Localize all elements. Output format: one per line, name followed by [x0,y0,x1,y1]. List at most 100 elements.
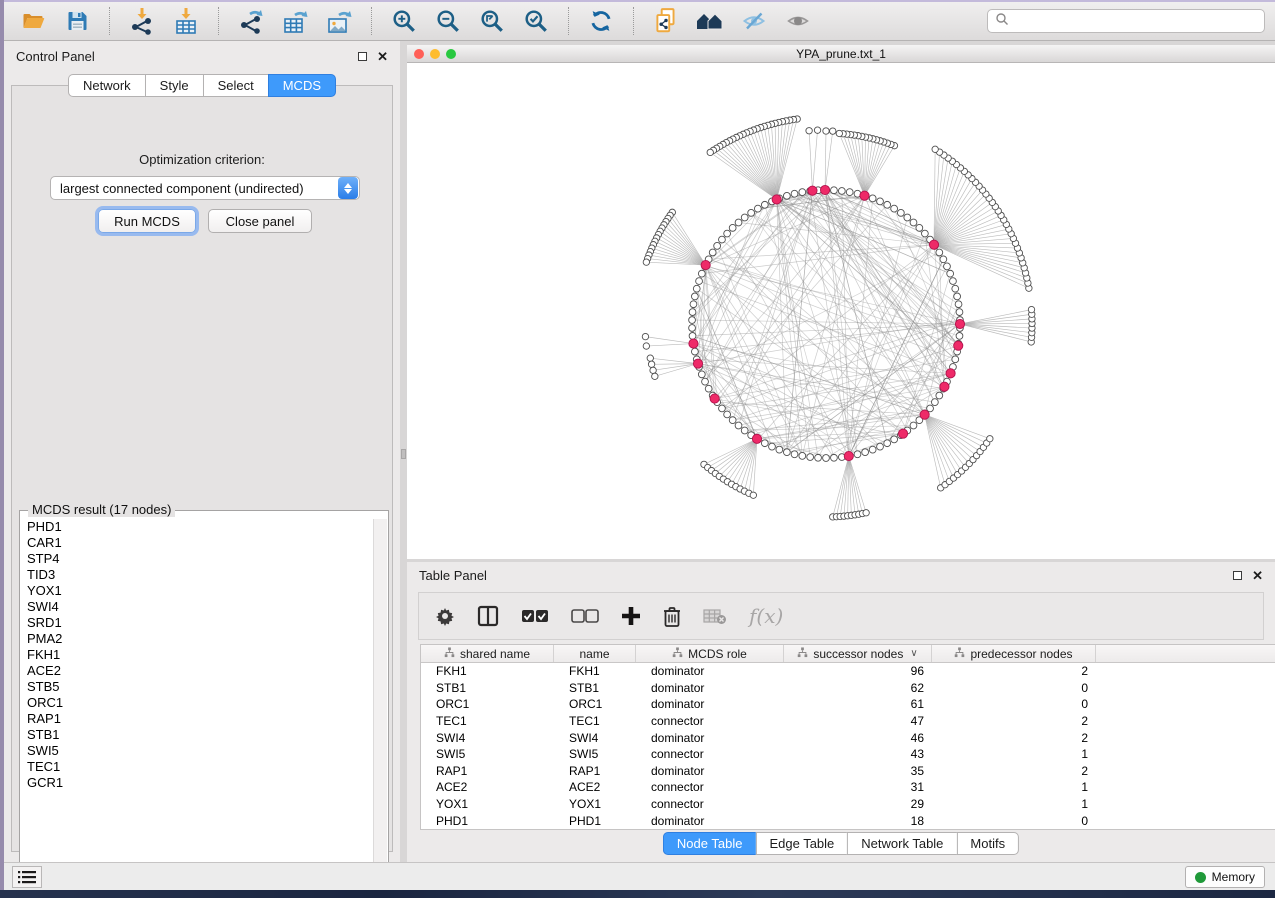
table-row[interactable]: YOX1YOX1connector291 [421,796,1275,813]
float-panel-icon[interactable] [358,52,367,61]
zoom-fit-button[interactable] [473,6,511,36]
column-header-MCDS-role[interactable]: MCDS role [636,645,784,662]
graph-node[interactable] [955,301,962,308]
graph-node[interactable] [696,278,703,285]
deselect-all-button[interactable] [571,609,599,623]
table-row[interactable]: PHD1PHD1dominator180 [421,812,1275,829]
mcds-result-item[interactable]: SRD1 [21,615,373,631]
graph-mcds-hub-node[interactable] [940,382,949,391]
graph-leaf-node[interactable] [836,130,842,136]
graph-node[interactable] [702,378,709,385]
zoom-in-button[interactable] [385,6,423,36]
graph-mcds-hub-node[interactable] [701,260,710,269]
graph-leaf-node[interactable] [932,146,938,152]
table-row[interactable]: STB1STB1dominator620 [421,680,1275,697]
graph-node[interactable] [769,443,776,450]
zoom-out-button[interactable] [429,6,467,36]
mcds-result-item[interactable]: SWI5 [21,743,373,759]
table-row[interactable]: SWI5SWI5connector431 [421,746,1275,763]
graph-node[interactable] [952,285,959,292]
mcds-result-item[interactable]: SWI4 [21,599,373,615]
graph-node[interactable] [698,371,705,378]
save-session-button[interactable] [58,6,96,36]
mcds-result-item[interactable]: CAR1 [21,535,373,551]
table-settings-button[interactable] [435,606,455,626]
graph-node[interactable] [897,209,904,216]
open-file-button[interactable] [14,6,52,36]
graph-node[interactable] [910,219,917,226]
graph-node[interactable] [783,449,790,456]
refresh-view-button[interactable] [582,6,620,36]
graph-mcds-hub-node[interactable] [955,319,964,328]
graph-node[interactable] [754,205,761,212]
first-neighbors-button[interactable] [691,6,729,36]
graph-leaf-node[interactable] [863,510,869,516]
select-all-button[interactable] [521,609,549,623]
mcds-result-item[interactable]: PMA2 [21,631,373,647]
run-mcds-button[interactable]: Run MCDS [98,209,196,233]
mcds-result-item[interactable]: TEC1 [21,759,373,775]
column-header-shared-name[interactable]: shared name [421,645,554,662]
graph-node[interactable] [689,332,696,339]
tab-select[interactable]: Select [203,74,268,97]
graph-leaf-node[interactable] [642,333,648,339]
graph-node[interactable] [791,451,798,458]
delete-rows-button[interactable] [663,606,681,627]
graph-node[interactable] [724,230,731,237]
panel-split-divider[interactable] [400,41,407,862]
table-row[interactable]: ORC1ORC1dominator610 [421,696,1275,713]
graph-node[interactable] [862,449,869,456]
graph-node[interactable] [936,249,943,256]
table-tab-node-table[interactable]: Node Table [663,832,756,855]
graph-leaf-node[interactable] [987,436,993,442]
graph-leaf-node[interactable] [750,492,756,498]
graph-mcds-hub-node[interactable] [693,359,702,368]
graph-node[interactable] [956,309,963,316]
graph-node[interactable] [729,417,736,424]
column-header-successor-nodes[interactable]: successor nodes∨ [784,645,932,662]
mcds-result-item[interactable]: GCR1 [21,775,373,791]
show-all-button[interactable] [779,6,817,36]
graph-node[interactable] [689,325,696,332]
import-network-button[interactable] [123,6,161,36]
graph-node[interactable] [891,436,898,443]
graph-node[interactable] [846,189,853,196]
graph-node[interactable] [815,454,822,461]
import-table-button[interactable] [167,6,205,36]
table-tab-motifs[interactable]: Motifs [956,832,1019,855]
graph-leaf-node[interactable] [647,355,653,361]
graph-node[interactable] [831,187,838,194]
tab-mcds[interactable]: MCDS [268,74,336,97]
mcds-result-list[interactable]: PHD1CAR1STP4TID3YOX1SWI4SRD1PMA2FKH1ACE2… [21,519,373,880]
graph-leaf-node[interactable] [1028,306,1034,312]
graph-node[interactable] [719,236,726,243]
mcds-result-item[interactable]: ORC1 [21,695,373,711]
graph-node[interactable] [761,440,768,447]
zoom-selected-button[interactable] [517,6,555,36]
mcds-result-item[interactable]: PHD1 [21,519,373,535]
graph-leaf-node[interactable] [652,373,658,379]
graph-node[interactable] [807,454,814,461]
graph-node[interactable] [735,422,742,429]
function-builder-button[interactable]: f(x) [749,604,783,628]
graph-node[interactable] [748,209,755,216]
graph-node[interactable] [709,249,716,256]
export-image-button[interactable] [320,6,358,36]
hide-selected-button[interactable] [735,6,773,36]
graph-node[interactable] [791,190,798,197]
graph-node[interactable] [729,224,736,231]
table-row[interactable]: RAP1RAP1dominator352 [421,763,1275,780]
mcds-result-item[interactable]: RAP1 [21,711,373,727]
task-history-button[interactable] [12,866,42,888]
graph-node[interactable] [950,278,957,285]
graph-node[interactable] [944,263,951,270]
graph-node[interactable] [689,317,696,324]
export-network-button[interactable] [232,6,270,36]
graph-node[interactable] [705,385,712,392]
graph-node[interactable] [741,427,748,434]
memory-button[interactable]: Memory [1185,866,1265,888]
graph-node[interactable] [690,301,697,308]
graph-node[interactable] [869,446,876,453]
graph-leaf-node[interactable] [643,259,649,265]
search-input[interactable] [1014,14,1257,28]
